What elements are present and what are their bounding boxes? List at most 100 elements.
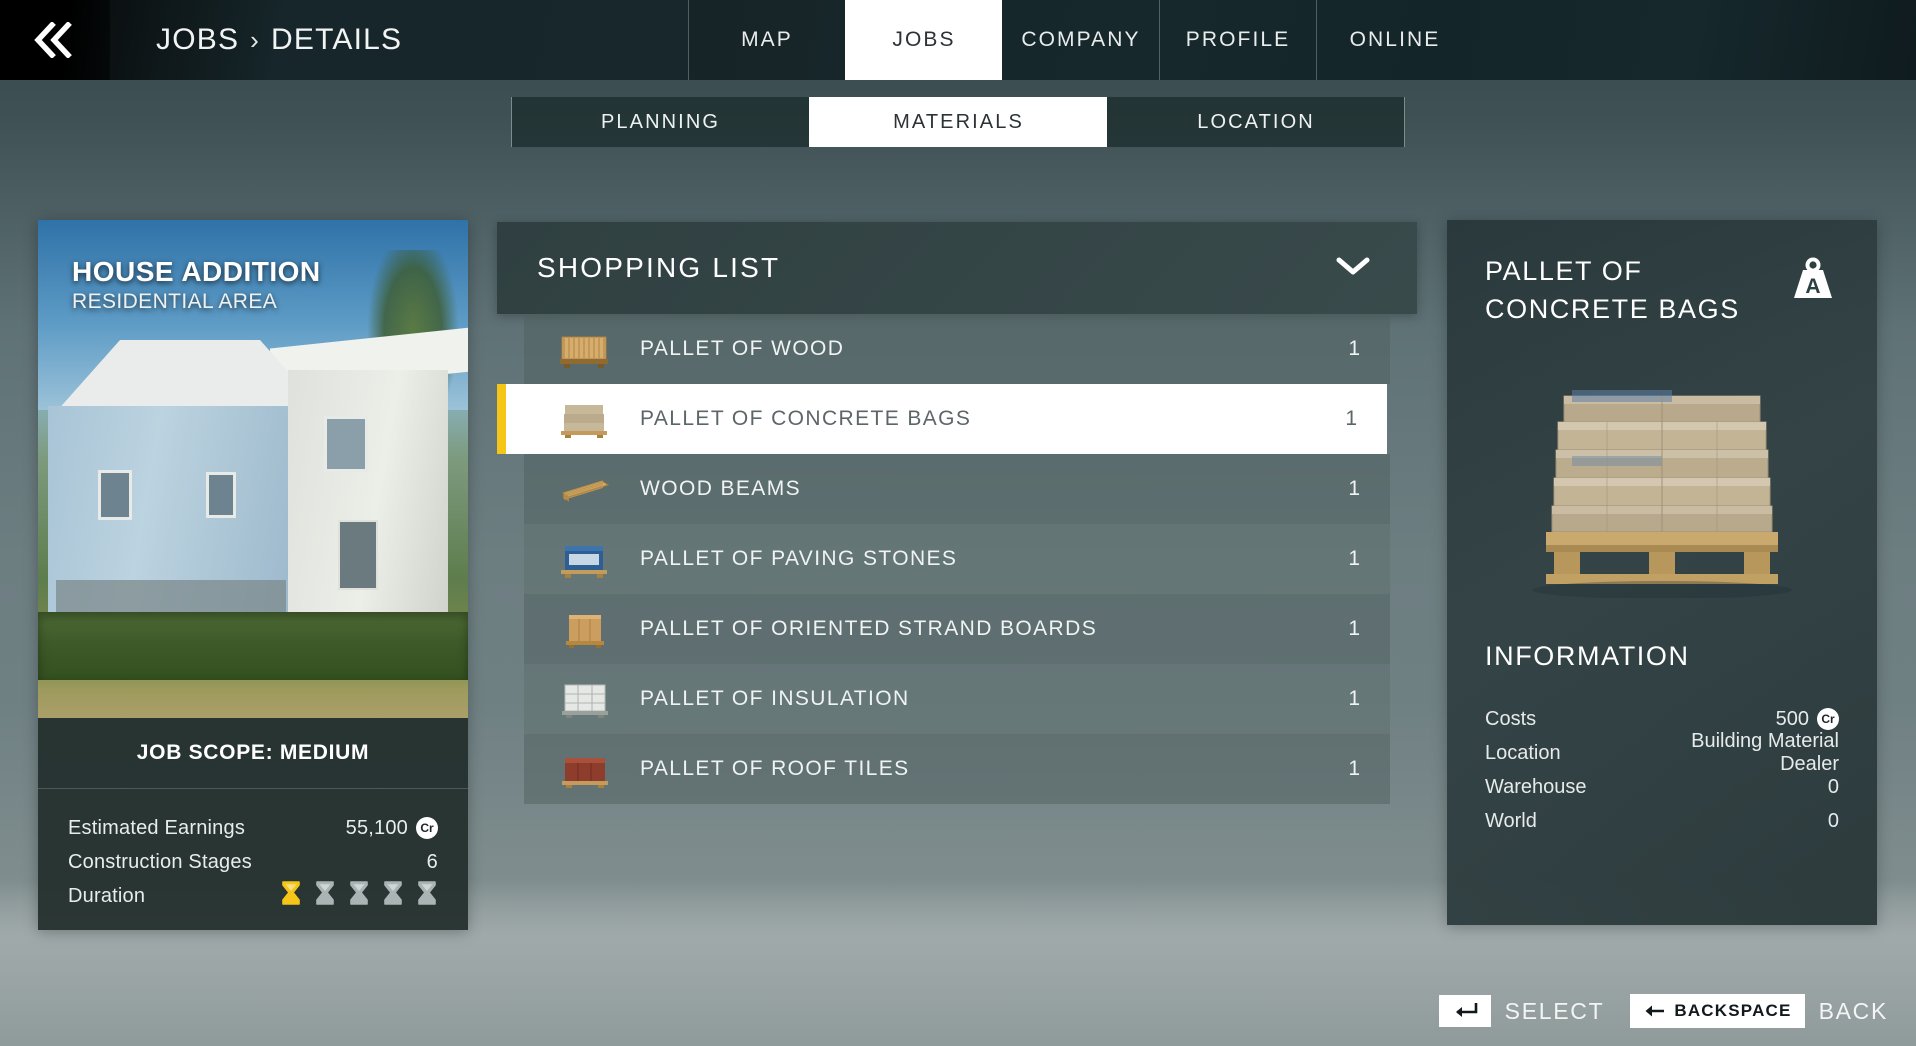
- hourglass-icon: [348, 880, 370, 912]
- svg-text:A: A: [1805, 275, 1820, 298]
- arrow-left-icon: [1645, 1005, 1665, 1017]
- info-row: Warehouse 0: [1485, 770, 1839, 804]
- list-item-quantity: 1: [1348, 617, 1360, 640]
- list-item-label: PALLET OF PAVING STONES: [640, 547, 958, 570]
- top-nav-tabs: MAP JOBS COMPANY PROFILE ONLINE: [688, 0, 1916, 80]
- information-table: Costs 500 Cr Location Building Material D…: [1485, 702, 1839, 838]
- list-item[interactable]: PALLET OF PAVING STONES 1: [524, 524, 1390, 594]
- shopping-list-title: SHOPPING LIST: [537, 252, 781, 283]
- list-item-quantity: 1: [1345, 407, 1357, 430]
- list-item[interactable]: PALLET OF CONCRETE BAGS 1: [497, 384, 1387, 454]
- hourglass-icon: [416, 880, 438, 912]
- job-card: HOUSE ADDITION RESIDENTIAL AREA JOB SCOP…: [38, 220, 468, 930]
- list-item-quantity: 1: [1348, 687, 1360, 710]
- info-row-label: World: [1485, 809, 1537, 832]
- weight-class-icon: A: [1787, 252, 1839, 311]
- breadcrumb-root[interactable]: JOBS: [156, 23, 239, 56]
- list-item-label: PALLET OF ORIENTED STRAND BOARDS: [640, 617, 1098, 640]
- tab-profile[interactable]: PROFILE: [1159, 0, 1316, 80]
- credits-icon: Cr: [1817, 708, 1839, 730]
- stat-value: 6: [426, 850, 438, 873]
- pallet-of-roof-tiles-icon: [552, 749, 618, 789]
- job-title: HOUSE ADDITION: [72, 256, 321, 287]
- breadcrumb-separator: ›: [250, 25, 261, 55]
- list-item-label: WOOD BEAMS: [640, 477, 802, 500]
- subtab-location[interactable]: LOCATION: [1107, 97, 1405, 147]
- hourglass-icon: [314, 880, 336, 912]
- top-header-bar: JOBS › DETAILS MAP JOBS COMPANY PROFILE ON…: [0, 0, 1916, 80]
- shopping-list-panel: SHOPPING LIST PALLET OF WOOD 1 PALLET OF…: [497, 222, 1417, 804]
- list-item[interactable]: PALLET OF ROOF TILES 1: [524, 734, 1390, 804]
- pallet-of-concrete-bags-icon: [552, 399, 618, 439]
- sub-tab-bar: PLANNING MATERIALS LOCATION: [0, 97, 1916, 147]
- stat-row-earnings: Estimated Earnings 55,100 Cr: [68, 811, 438, 845]
- list-item-quantity: 1: [1348, 547, 1360, 570]
- stat-label: Construction Stages: [68, 850, 252, 873]
- list-item-quantity: 1: [1348, 757, 1360, 780]
- backspace-key-label: BACKSPACE: [1674, 1001, 1792, 1020]
- action-back[interactable]: BACKSPACE BACK: [1630, 994, 1888, 1028]
- action-select[interactable]: SELECT: [1438, 995, 1605, 1027]
- job-subtitle: RESIDENTIAL AREA: [72, 290, 278, 313]
- backspace-key-icon: BACKSPACE: [1630, 994, 1805, 1028]
- pallet-of-paving-stones-icon: [552, 539, 618, 579]
- list-item-label: PALLET OF WOOD: [640, 337, 845, 360]
- breadcrumb: JOBS › DETAILS: [110, 0, 688, 80]
- list-item-label: PALLET OF ROOF TILES: [640, 757, 910, 780]
- item-preview-image: [1485, 350, 1839, 615]
- chevron-down-icon[interactable]: [1333, 254, 1373, 283]
- info-row-label: Costs: [1485, 707, 1537, 730]
- info-row: Location Building Material Dealer: [1485, 730, 1839, 775]
- shopping-list-header[interactable]: SHOPPING LIST: [497, 222, 1417, 314]
- pallet-of-osb-icon: [552, 609, 618, 649]
- job-scope-label: JOB SCOPE: MEDIUM: [136, 741, 370, 764]
- list-item[interactable]: PALLET OF INSULATION 1: [524, 664, 1390, 734]
- action-select-label: SELECT: [1504, 997, 1605, 1024]
- job-stats: Estimated Earnings 55,100 Cr Constructio…: [38, 789, 468, 913]
- list-item-quantity: 1: [1348, 477, 1360, 500]
- pallet-of-insulation-icon: [552, 679, 618, 719]
- tab-jobs[interactable]: JOBS: [845, 0, 1002, 80]
- list-item[interactable]: WOOD BEAMS 1: [524, 454, 1390, 524]
- tab-map[interactable]: MAP: [688, 0, 845, 80]
- subtab-materials[interactable]: MATERIALS: [809, 97, 1107, 147]
- breadcrumb-current: DETAILS: [271, 23, 403, 56]
- stat-value: 55,100: [345, 816, 408, 839]
- back-button[interactable]: [0, 0, 110, 80]
- tab-online[interactable]: ONLINE: [1316, 0, 1473, 80]
- enter-key-icon: [1438, 995, 1491, 1027]
- wood-beams-icon: [552, 469, 618, 509]
- subtab-planning[interactable]: PLANNING: [511, 97, 809, 147]
- list-item[interactable]: PALLET OF ORIENTED STRAND BOARDS 1: [524, 594, 1390, 664]
- double-chevron-left-icon: [30, 22, 80, 58]
- action-bar: SELECT BACKSPACE BACK: [1438, 994, 1888, 1028]
- shopping-list-rows: PALLET OF WOOD 1 PALLET OF CONCRETE BAGS…: [497, 314, 1390, 804]
- info-row-value: 500: [1775, 707, 1809, 730]
- action-back-label: BACK: [1818, 997, 1888, 1024]
- job-photo: HOUSE ADDITION RESIDENTIAL AREA: [38, 220, 468, 718]
- stat-label: Duration: [68, 884, 146, 907]
- info-row-value: 0: [1827, 809, 1839, 832]
- list-item-quantity: 1: [1348, 337, 1360, 360]
- tab-company[interactable]: COMPANY: [1002, 0, 1159, 80]
- selection-accent-bar: [497, 384, 506, 454]
- info-row-label: Warehouse: [1485, 775, 1587, 798]
- info-row-value: 0: [1827, 775, 1839, 798]
- stat-row-duration: Duration: [68, 879, 438, 913]
- list-item-label: PALLET OF CONCRETE BAGS: [640, 407, 972, 430]
- item-title: PALLET OF CONCRETE BAGS: [1485, 256, 1740, 324]
- info-row-label: Location: [1485, 741, 1561, 764]
- pallet-of-wood-icon: [552, 329, 618, 369]
- duration-rating: [276, 880, 438, 912]
- list-item[interactable]: PALLET OF WOOD 1: [524, 314, 1390, 384]
- info-row: World 0: [1485, 804, 1839, 838]
- info-row-value: Building Material Dealer: [1691, 730, 1839, 775]
- credits-icon: Cr: [416, 817, 438, 839]
- hourglass-icon: [382, 880, 404, 912]
- item-info-panel: PALLET OF CONCRETE BAGS A INFORMATION Co…: [1447, 220, 1877, 925]
- information-section-title: INFORMATION: [1485, 641, 1690, 671]
- hourglass-icon: [280, 880, 302, 912]
- stat-row-stages: Construction Stages 6: [68, 845, 438, 879]
- list-item-label: PALLET OF INSULATION: [640, 687, 910, 710]
